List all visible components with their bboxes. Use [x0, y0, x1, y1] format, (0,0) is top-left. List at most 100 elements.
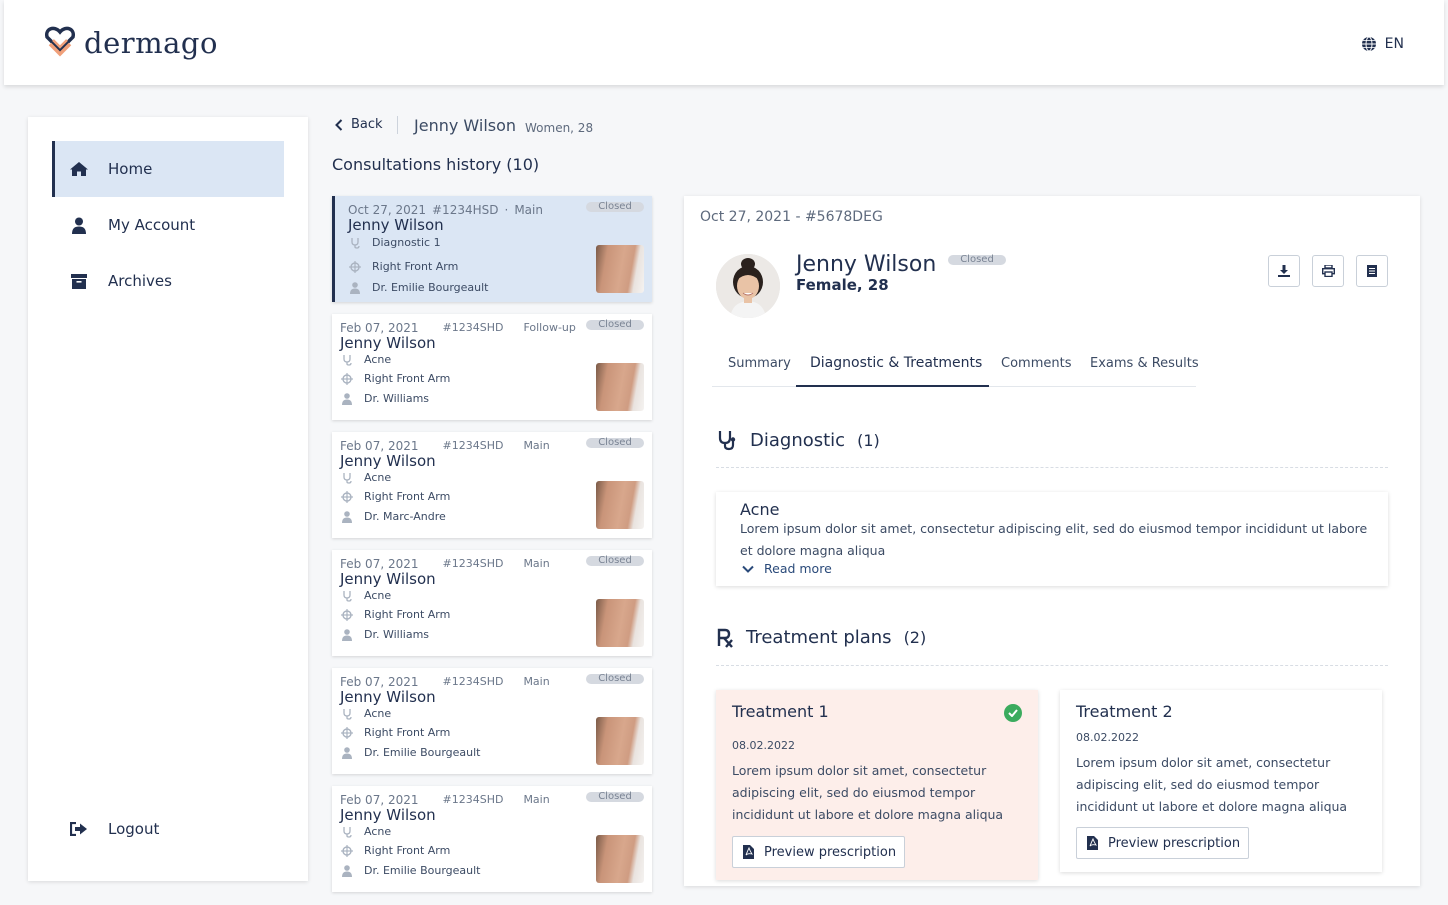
consultation-location: Right Front Arm — [340, 726, 450, 739]
consultation-type: Main — [523, 793, 550, 806]
treatment-plan-title: Treatment 1 — [732, 702, 829, 721]
consultation-id: #1234SHD — [442, 675, 504, 688]
sidebar-item-archives[interactable]: Archives — [52, 253, 284, 309]
prescription-icon — [717, 628, 733, 648]
status-badge: Closed — [586, 438, 644, 448]
download-button[interactable] — [1268, 255, 1300, 287]
consultation-patient-name: Jenny Wilson — [340, 806, 436, 824]
stethoscope-icon — [340, 590, 354, 602]
doctor-icon — [348, 281, 362, 294]
language-label: EN — [1384, 36, 1404, 52]
stethoscope-icon — [340, 472, 354, 484]
tab-comments[interactable]: Comments — [1001, 356, 1071, 371]
consultation-patient-name: Jenny Wilson — [340, 334, 436, 352]
download-icon — [1278, 265, 1290, 277]
consultation-card[interactable]: Feb 07, 2021 #1234SHD Main Closed Jenny Wils… — [332, 786, 652, 892]
consultation-date: Feb 07, 2021 — [340, 439, 419, 453]
consultation-doctor: Dr. Emilie Bourgeault — [340, 864, 480, 877]
consultation-meta: Feb 07, 2021 #1234SHD Main — [340, 793, 550, 807]
consultation-card[interactable]: Feb 07, 2021 #1234SHD Follow-up Closed Jenny… — [332, 314, 652, 420]
consultation-card[interactable]: Oct 27, 2021 #1234HSD · Main Closed Jenny Wil… — [332, 196, 652, 302]
brand-logo[interactable]: dermago — [44, 26, 218, 60]
chevron-down-icon — [742, 565, 754, 573]
sidebar-item-label: My Account — [108, 216, 196, 234]
read-more-link[interactable]: Read more — [742, 561, 832, 576]
consultation-type: Main — [514, 203, 543, 217]
consultation-type: Main — [523, 439, 550, 452]
consultation-location: Right Front Arm — [348, 260, 458, 273]
tab-summary[interactable]: Summary — [728, 356, 791, 371]
brand-name: dermago — [84, 26, 218, 60]
consultation-meta: Feb 07, 2021 #1234SHD Follow-up — [340, 321, 576, 335]
consultation-date: Feb 07, 2021 — [340, 793, 419, 807]
logout-button[interactable]: Logout — [52, 801, 284, 857]
chevron-left-icon — [335, 118, 343, 131]
crosshair-icon — [340, 372, 354, 385]
consultation-doctor: Dr. Williams — [340, 628, 429, 641]
print-button[interactable] — [1312, 255, 1344, 287]
user-icon — [68, 217, 90, 234]
diagnostic-item-text: Lorem ipsum dolor sit amet, consectetur … — [740, 521, 1368, 558]
status-badge: Closed — [586, 792, 644, 802]
stethoscope-icon — [340, 708, 354, 720]
consultation-location: Right Front Arm — [340, 490, 450, 503]
skin-photo-thumbnail[interactable] — [596, 835, 644, 883]
stethoscope-icon — [340, 826, 354, 838]
consultation-date: Oct 27, 2021 — [348, 203, 426, 217]
history-title: Consultations history (10) — [332, 155, 540, 174]
consultation-id: #1234SHD — [442, 793, 504, 806]
crosshair-icon — [340, 490, 354, 503]
skin-photo-thumbnail[interactable] — [596, 481, 644, 529]
diagnostic-title: Diagnostic — [750, 429, 846, 451]
doctor-icon — [340, 864, 354, 877]
tab-exams-results[interactable]: Exams & Results — [1090, 356, 1199, 371]
document-icon — [1367, 265, 1377, 277]
skin-photo-thumbnail[interactable] — [596, 599, 644, 647]
consultation-type: Main — [523, 675, 550, 688]
stethoscope-icon — [718, 431, 736, 451]
sidebar-item-label: Home — [108, 160, 153, 178]
consultation-date: Feb 07, 2021 — [340, 675, 419, 689]
skin-photo-thumbnail[interactable] — [596, 717, 644, 765]
consultation-card[interactable]: Feb 07, 2021 #1234SHD Main Closed Jenny Wils… — [332, 668, 652, 774]
doctor-icon — [340, 392, 354, 405]
preview-prescription-button[interactable]: Preview prescription — [732, 836, 906, 868]
patient-name: Jenny Wilson — [414, 116, 517, 135]
diagnostic-card: Acne Lorem ipsum dolor sit amet, consect… — [716, 492, 1388, 586]
header-divider — [397, 116, 398, 134]
stethoscope-icon — [340, 354, 354, 366]
preview-prescription-button[interactable]: Preview prescription — [1076, 827, 1250, 859]
preview-prescription-label: Preview prescription — [764, 844, 897, 860]
consultation-location: Right Front Arm — [340, 372, 450, 385]
sidebar-item-home[interactable]: Home — [52, 141, 284, 197]
crosshair-icon — [340, 726, 354, 739]
detail-patient-info: Female, 28 — [796, 276, 889, 294]
consultation-location: Right Front Arm — [340, 844, 450, 857]
consultation-card[interactable]: Feb 07, 2021 #1234SHD Main Closed Jenny Wils… — [332, 550, 652, 656]
consultation-meta: Oct 27, 2021 #1234HSD · Main — [348, 203, 543, 217]
skin-photo-thumbnail[interactable] — [596, 363, 644, 411]
consultation-doctor: Dr. Emilie Bourgeault — [348, 281, 488, 294]
consultation-diagnostic: Acne — [340, 707, 391, 720]
notes-button[interactable] — [1356, 255, 1388, 287]
language-selector[interactable]: EN — [1361, 36, 1404, 52]
home-icon — [68, 161, 90, 177]
crosshair-icon — [348, 260, 362, 273]
sidebar-item-my-account[interactable]: My Account — [52, 197, 284, 253]
consultation-id: #1234SHD — [442, 321, 504, 334]
treatment-plan-card[interactable]: Treatment 2 08.02.2022 Lorem ipsum dolor… — [1060, 690, 1382, 872]
tab-diagnostic-treatments[interactable]: Diagnostic & Treatments — [810, 355, 982, 371]
skin-photo-thumbnail[interactable] — [596, 245, 644, 293]
treatment-plan-date: 08.02.2022 — [1076, 731, 1139, 744]
treatment-count: (2) — [903, 628, 927, 647]
print-icon — [1321, 265, 1335, 277]
consultation-detail-panel: Oct 27, 2021 - #5678DEG Jenny Wilson Fem… — [684, 196, 1420, 886]
treatment-plan-card[interactable]: Treatment 1 08.02.2022 Lorem ipsum dolor… — [716, 690, 1038, 880]
consultation-diagnostic: Acne — [340, 589, 391, 602]
status-badge: Closed — [586, 674, 644, 684]
globe-icon — [1361, 36, 1376, 52]
back-button[interactable]: Back — [335, 117, 383, 132]
consultation-card[interactable]: Feb 07, 2021 #1234SHD Main Closed Jenny Wils… — [332, 432, 652, 538]
status-badge: Closed — [948, 255, 1006, 265]
detail-tabs: Summary Diagnostic & Treatments Comments… — [712, 344, 1199, 387]
